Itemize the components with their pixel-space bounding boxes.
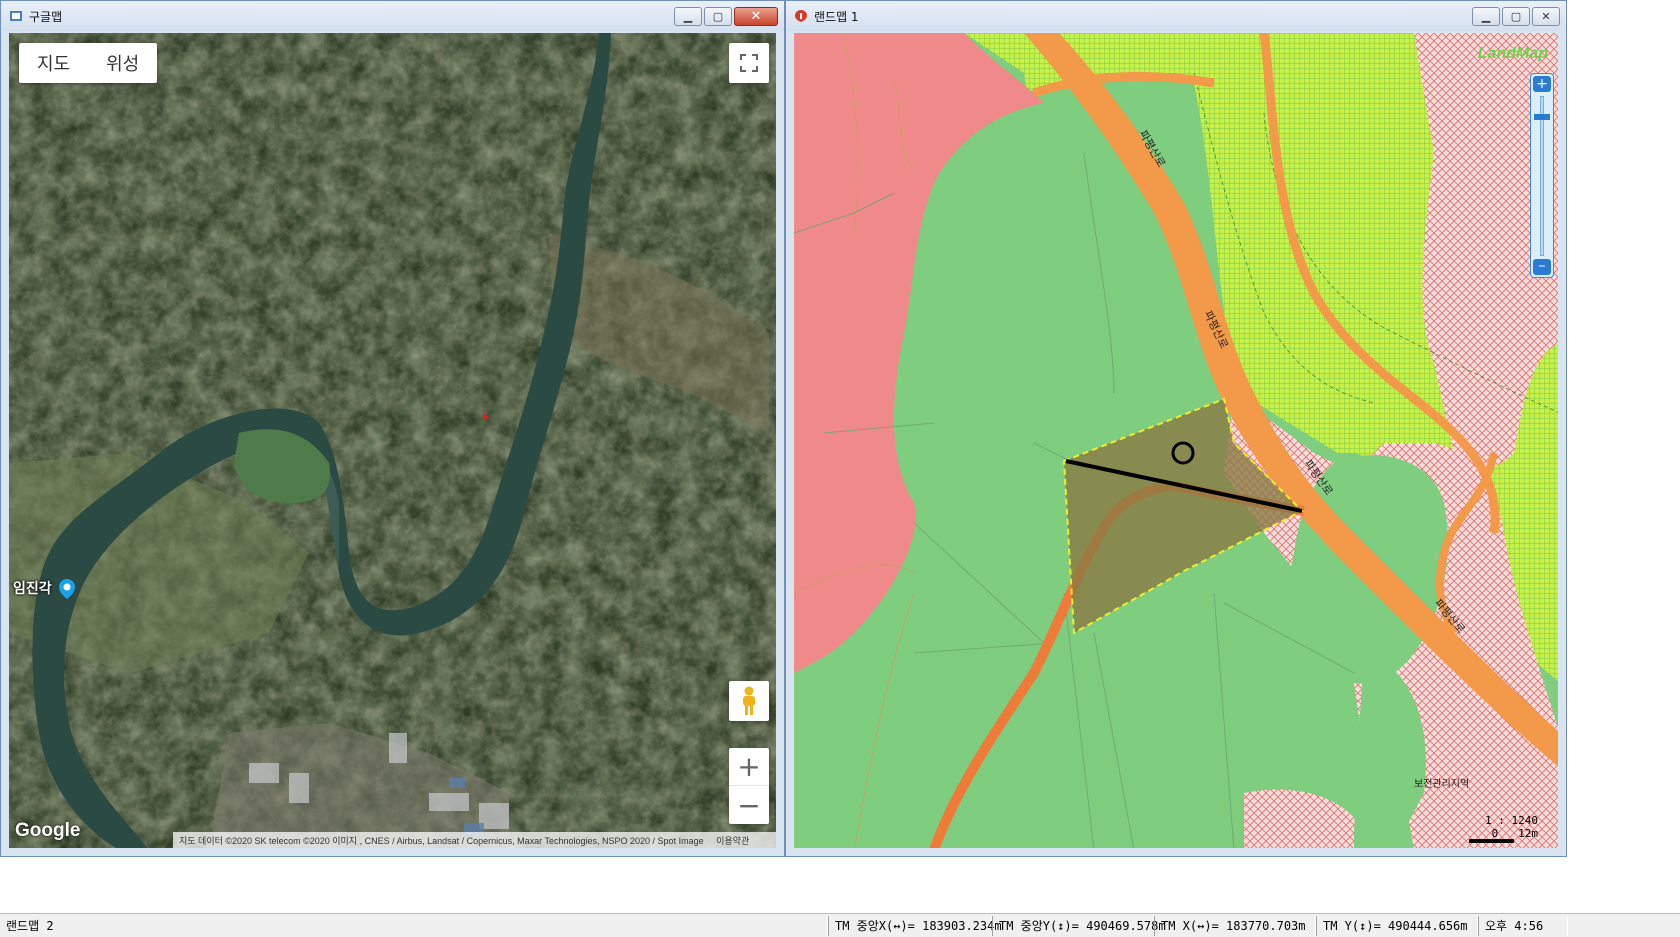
map-attribution: 지도 데이터 ©2020 SK telecom ©2020 이미지 , CNES…	[173, 832, 776, 848]
google-map-titlebar[interactable]: 구글맵 ▁ ▢ ✕	[1, 1, 784, 31]
close-button[interactable]: ✕	[1532, 7, 1560, 26]
window-title: 랜드맵 1	[814, 9, 859, 24]
map-type-satellite-button[interactable]: 위성	[88, 50, 157, 76]
landmap-titlebar[interactable]: 랜드맵 1 ▁ ▢ ✕	[786, 1, 1566, 31]
terms-link[interactable]: 이용약관	[716, 836, 749, 846]
zoom-control: + −	[729, 748, 769, 824]
zoom-in-button[interactable]: +	[1533, 76, 1551, 92]
status-tm-x: TM X(↔)= 183770.703m	[1154, 916, 1316, 936]
zoom-out-button[interactable]: −	[729, 786, 769, 824]
street-view-pegman-button[interactable]	[729, 681, 769, 721]
maximize-icon: ▢	[712, 10, 724, 23]
google-logo: Google	[15, 820, 81, 841]
fullscreen-button[interactable]	[729, 43, 769, 83]
scale-ratio: 1 : 1240	[1485, 814, 1538, 827]
maximize-icon: ▢	[1510, 10, 1522, 23]
map-scale: 1 : 1240 0 12m	[1485, 814, 1538, 840]
zoom-in-icon: +	[737, 750, 761, 783]
zoom-slider[interactable]: + –	[1530, 73, 1554, 278]
landmap-map[interactable]: 파평산로 파평산로 파평산로 파평산로 보전관리지역 LandMap + – 1…	[794, 33, 1558, 848]
window-title: 구글맵	[29, 9, 63, 24]
close-icon: ✕	[1541, 10, 1551, 23]
app-window-icon	[10, 11, 22, 21]
zone-label: 보전관리지역	[1414, 778, 1469, 790]
map-type-control: 지도 위성	[19, 43, 158, 83]
status-tm-center-y: TM 중앙Y(↕)= 490469.578m	[992, 916, 1166, 936]
minimize-button[interactable]: ▁	[674, 7, 702, 26]
land-use-map: 파평산로 파평산로 파평산로 파평산로 보전관리지역	[794, 33, 1558, 848]
zoom-in-button[interactable]: +	[729, 748, 769, 786]
map-type-map-button[interactable]: 지도	[19, 50, 88, 76]
close-button[interactable]: ✕	[734, 7, 778, 26]
scale-bar-label: 0 12m	[1491, 827, 1538, 840]
place-label-imjingak[interactable]: 임진각	[13, 578, 75, 599]
zoom-out-icon: −	[737, 788, 761, 822]
place-label-text: 임진각	[13, 581, 52, 597]
google-map-window: 구글맵 ▁ ▢ ✕ 지도 위성 임진각 + − Google 지도 데이터 ©2…	[0, 0, 785, 857]
status-tm-y: TM Y(↕)= 490444.656m	[1316, 916, 1478, 936]
minimize-icon: ▁	[1481, 10, 1491, 23]
landmap-app-icon	[795, 10, 807, 22]
status-clock: 오후 4:56	[1478, 916, 1568, 936]
status-tm-center-x: TM 중앙X(↔)= 183903.234m	[828, 916, 1002, 936]
satellite-imagery	[9, 33, 776, 848]
fullscreen-icon	[740, 54, 758, 72]
landmap-logo: LandMap	[1477, 45, 1548, 62]
zoom-thumb[interactable]	[1534, 114, 1550, 120]
status-app-name: 랜드맵 2	[0, 916, 828, 936]
maximize-button[interactable]: ▢	[1502, 7, 1530, 26]
close-icon: ✕	[750, 9, 762, 24]
desktop-background	[1567, 0, 1680, 857]
maximize-button[interactable]: ▢	[704, 7, 732, 26]
minimize-button[interactable]: ▁	[1472, 7, 1500, 26]
pegman-icon	[743, 686, 755, 715]
status-bar: 랜드맵 2 TM 중앙X(↔)= 183903.234m TM 중앙Y(↕)= …	[0, 913, 1680, 937]
landmap-window: 랜드맵 1 ▁ ▢ ✕ 파평산로 파평산로 파평산로 파평산로 보전관리지역 L…	[785, 0, 1567, 857]
zoom-out-button[interactable]: –	[1533, 259, 1551, 275]
attribution-text: 지도 데이터 ©2020 SK telecom ©2020 이미지 , CNES…	[179, 836, 704, 846]
satellite-map[interactable]: 지도 위성 임진각 + − Google 지도 데이터 ©2020 SK tel…	[9, 33, 776, 848]
minimize-icon: ▁	[683, 10, 693, 23]
zoom-track[interactable]	[1540, 96, 1544, 256]
landmark-pin-icon	[58, 579, 75, 599]
